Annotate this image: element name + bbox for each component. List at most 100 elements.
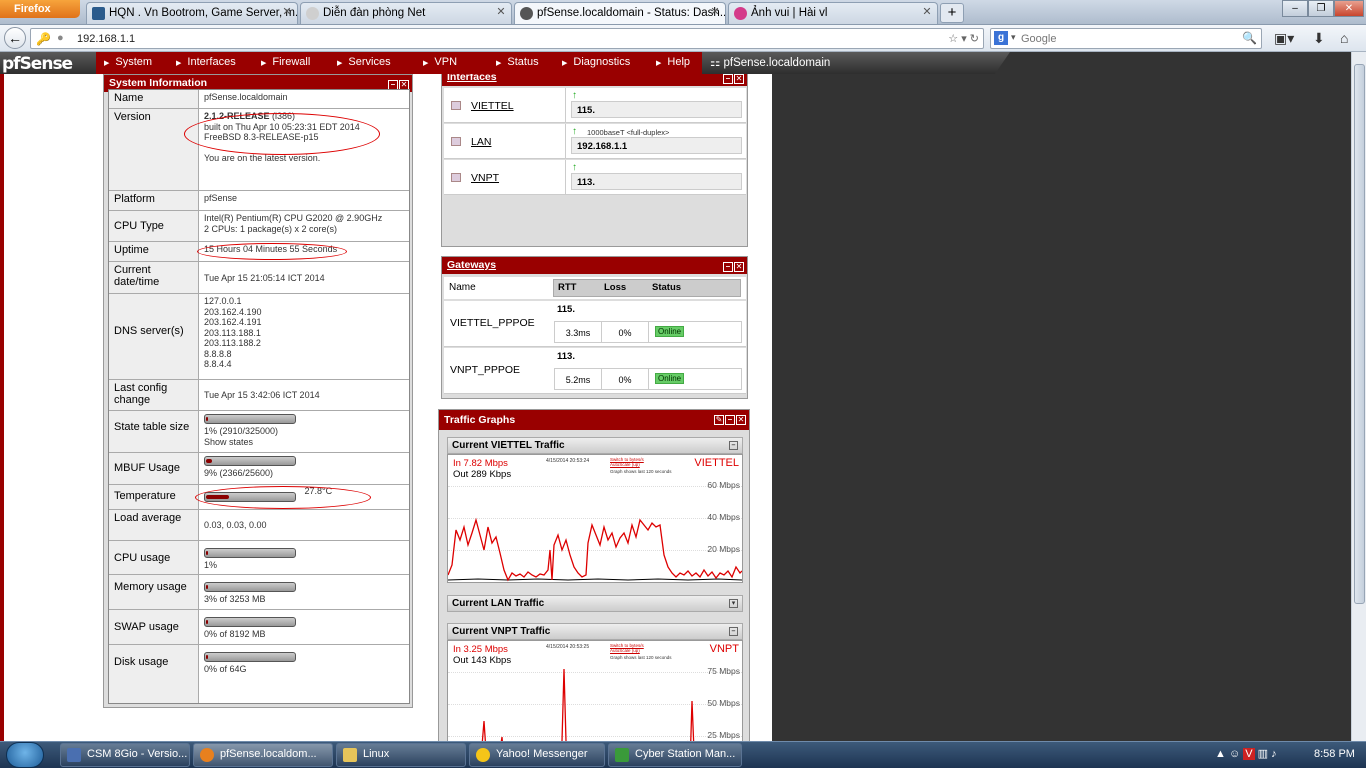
system-information-panel: System Information – ✕ Name pfSense.local… <box>103 74 413 708</box>
row-mbuf: MBUF Usage 9% (2366/25600) <box>109 453 409 485</box>
menu-vpn[interactable]: ▶ VPN <box>423 56 457 68</box>
row-temperature: Temperature 27.8°C <box>109 485 409 510</box>
chevron-down-icon[interactable]: ▾ <box>1011 32 1016 43</box>
close-icon[interactable]: ✕ <box>281 6 293 18</box>
interface-link[interactable]: VNPT <box>471 172 499 184</box>
reload-icon[interactable]: ↻ <box>970 33 979 45</box>
show-states-link[interactable]: Show states <box>204 437 253 447</box>
traffic-graphs-panel: Traffic Graphs ✎ – ✕ Current VIETTEL Traff… <box>438 409 750 768</box>
menu-diagnostics[interactable]: ▶ Diagnostics <box>562 56 630 68</box>
dns-server-item: 203.162.4.191 <box>204 317 262 327</box>
pfsense-logo[interactable]: pfSense <box>2 54 73 74</box>
taskbar-yahoo[interactable]: Yahoo! Messenger <box>469 743 605 767</box>
antivirus-tray-icon[interactable]: V <box>1243 748 1255 760</box>
row-last-config: Last config change Tue Apr 15 3:42:06 IC… <box>109 380 409 411</box>
mbuf-bar <box>204 456 296 466</box>
system-tray: ▲ ☺ V ▥ ♪ <box>1215 747 1277 760</box>
system-information-table: Name pfSense.localdomain Version 2.1.2-R… <box>108 89 410 704</box>
menu-help[interactable]: ▶ Help <box>656 56 690 68</box>
close-icon[interactable]: ✕ <box>734 74 744 84</box>
taskbar-csm[interactable]: CSM 8Gio - Versio... <box>60 743 190 767</box>
tab-forum[interactable]: Diễn đàn phòng Net ✕ <box>300 2 512 24</box>
maximize-button[interactable]: ❐ <box>1308 0 1334 17</box>
dns-server-item: 8.8.8.8 <box>204 348 232 359</box>
minimize-icon[interactable]: – <box>725 415 735 425</box>
url-bar[interactable]: 🔑 ● 192.168.1.1 ☆ ▾ ↻ <box>30 28 984 49</box>
collapse-icon[interactable]: – <box>729 441 738 450</box>
row-version: Version 2.1.2-RELEASE (i386) built on Th… <box>109 109 409 191</box>
yahoo-tray-icon[interactable]: ☺ <box>1229 748 1240 760</box>
configure-icon[interactable]: ✎ <box>714 415 724 425</box>
pfsense-main-menu: ▶ System ▶ Interfaces ▶ Firewall ▶ Services … <box>96 52 702 74</box>
menu-interfaces[interactable]: ▶ Interfaces <box>176 56 236 68</box>
interface-icon <box>451 101 461 110</box>
search-bar[interactable]: g ▾ Google 🔍 <box>990 28 1262 49</box>
taskbar-firefox[interactable]: pfSense.localdom... <box>193 743 333 767</box>
tab-anhvui[interactable]: Ảnh vui | Hài vl ✕ <box>728 2 938 24</box>
volume-tray-icon[interactable]: ♪ <box>1271 748 1277 760</box>
expand-icon[interactable]: ▾ <box>729 599 738 608</box>
dns-server-item: 203.162.4.190 <box>204 306 262 317</box>
bookmarks-icon[interactable]: ▣▾ <box>1274 30 1294 47</box>
hostname-link[interactable]: ⚏ pfSense.localdomain <box>710 55 830 69</box>
close-icon[interactable]: ✕ <box>734 262 744 272</box>
menu-system[interactable]: ▶ System <box>104 56 152 68</box>
close-icon[interactable]: ✕ <box>709 6 721 18</box>
back-button[interactable]: ← <box>4 27 26 49</box>
minimize-button[interactable]: – <box>1282 0 1308 17</box>
anhvui-favicon-icon <box>734 7 747 20</box>
tray-expand-icon[interactable]: ▲ <box>1215 748 1226 760</box>
menu-status[interactable]: ▶ Status <box>496 56 539 68</box>
close-icon[interactable]: ✕ <box>921 6 933 18</box>
menu-arrow-icon: ▶ <box>104 60 110 67</box>
minimize-icon[interactable]: – <box>723 74 733 84</box>
tab-label: pfSense.localdomain - Status: Dash... <box>537 7 726 19</box>
taskbar-cyber-station[interactable]: Cyber Station Man... <box>608 743 742 767</box>
annotation-ellipse <box>184 113 380 155</box>
tab-pfsense[interactable]: pfSense.localdomain - Status: Dash... ✕ <box>514 2 726 24</box>
disk-bar <box>204 652 296 662</box>
swap-bar <box>204 617 296 627</box>
out-traffic-line <box>448 578 742 581</box>
page-scrollbar[interactable] <box>1351 52 1366 744</box>
network-tray-icon[interactable]: ▥ <box>1258 748 1268 760</box>
lan-traffic-header[interactable]: Current LAN Traffic ▾ <box>447 595 743 612</box>
interface-icon <box>451 173 461 182</box>
site-identity-icon[interactable]: 🔑 <box>36 32 51 46</box>
download-icon[interactable]: ⬇ <box>1313 30 1325 47</box>
home-icon[interactable]: ⌂ <box>1340 30 1348 46</box>
interface-link[interactable]: VIETTEL <box>471 100 514 112</box>
interface-row-vnpt: VNPT ↑ 113. <box>444 160 746 195</box>
tab-hqn[interactable]: HQN . Vn Bootrom, Game Server, m... ✕ <box>86 2 298 24</box>
row-cpu-usage: CPU usage 1% <box>109 541 409 575</box>
cpu-usage-bar <box>204 548 296 558</box>
search-icon[interactable]: 🔍 <box>1242 31 1257 45</box>
close-icon[interactable]: ✕ <box>736 415 746 425</box>
menu-services[interactable]: ▶ Services <box>337 56 391 68</box>
start-button[interactable] <box>6 742 44 768</box>
new-tab-button[interactable]: + <box>940 3 964 23</box>
viettel-traffic-plot <box>448 517 742 582</box>
interface-link[interactable]: LAN <box>471 136 491 148</box>
gateways-col-name: Name <box>449 282 476 293</box>
bookmark-star-icon[interactable]: ☆ <box>948 33 958 45</box>
hqn-favicon-icon <box>92 7 105 20</box>
url-text[interactable]: 192.168.1.1 <box>77 33 135 45</box>
firefox-menu-button[interactable]: Firefox <box>0 0 80 18</box>
taskbar-clock[interactable]: 8:58 PM <box>1314 748 1355 760</box>
collapse-icon[interactable]: – <box>729 627 738 636</box>
close-window-button[interactable]: ✕ <box>1334 0 1364 17</box>
scrollbar-thumb[interactable] <box>1354 64 1365 604</box>
google-icon[interactable]: g <box>994 31 1008 45</box>
annotation-ellipse <box>197 243 347 260</box>
dropdown-icon[interactable]: ▾ <box>961 33 967 45</box>
search-input[interactable]: Google <box>1021 33 1056 45</box>
minimize-icon[interactable]: – <box>723 262 733 272</box>
close-icon[interactable]: ✕ <box>495 6 507 18</box>
row-disk: Disk usage 0% of 64G <box>109 645 409 703</box>
menu-firewall[interactable]: ▶ Firewall <box>261 56 310 68</box>
gateways-title-link[interactable]: Gateways <box>447 259 496 271</box>
taskbar-linux[interactable]: Linux <box>336 743 466 767</box>
browser-navbar: ← 🔑 ● 192.168.1.1 ☆ ▾ ↻ g ▾ Google 🔍 ▣▾ … <box>0 25 1366 52</box>
pfsense-topbar: pfSense ▶ System ▶ Interfaces ▶ Firewall ▶ S… <box>0 52 1010 74</box>
